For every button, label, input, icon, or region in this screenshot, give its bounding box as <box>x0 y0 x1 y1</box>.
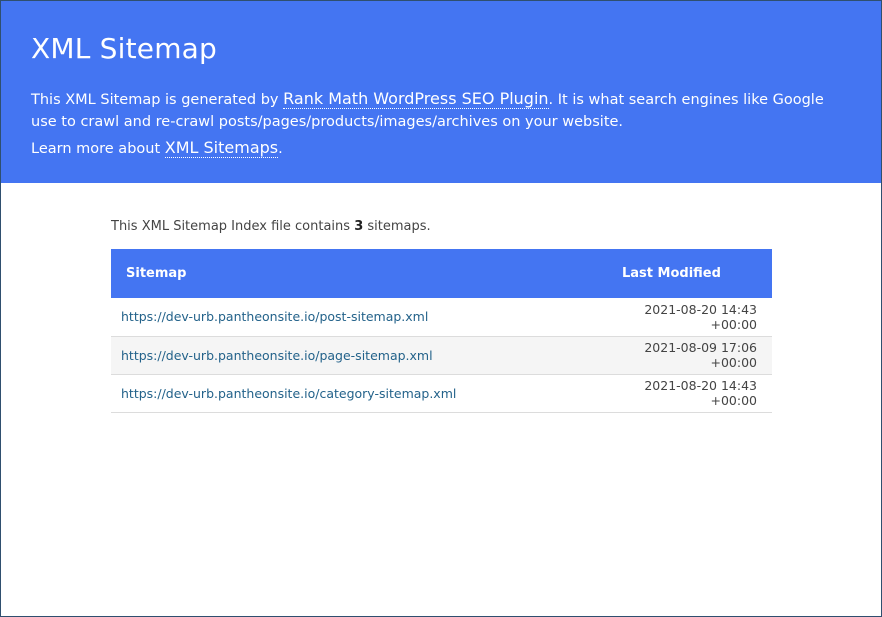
sitemap-link[interactable]: https://dev-urb.pantheonsite.io/page-sit… <box>121 348 433 363</box>
column-header-sitemap: Sitemap <box>111 249 622 298</box>
sitemap-summary: This XML Sitemap Index file contains 3 s… <box>111 218 772 236</box>
table-row: https://dev-urb.pantheonsite.io/post-sit… <box>111 298 772 337</box>
page-title: XML Sitemap <box>31 32 218 65</box>
header-description: This XML Sitemap is generated by Rank Ma… <box>31 88 851 133</box>
sitemap-cell: https://dev-urb.pantheonsite.io/page-sit… <box>111 336 622 375</box>
learn-suffix: . <box>278 141 283 157</box>
summary-prefix: This XML Sitemap Index file contains <box>111 219 355 234</box>
page-frame: XML Sitemap This XML Sitemap is generate… <box>0 0 882 617</box>
sitemap-link[interactable]: https://dev-urb.pantheonsite.io/post-sit… <box>121 309 428 324</box>
learn-prefix: Learn more about <box>31 141 165 157</box>
rank-math-plugin-link[interactable]: Rank Math WordPress SEO Plugin <box>283 89 549 109</box>
last-modified-cell: 2021-08-20 14:43 +00:00 <box>622 298 772 337</box>
sitemap-table: Sitemap Last Modified https://dev-urb.pa… <box>111 249 772 413</box>
sitemap-count: 3 <box>354 219 364 234</box>
last-modified-cell: 2021-08-20 14:43 +00:00 <box>622 374 772 413</box>
table-row: https://dev-urb.pantheonsite.io/page-sit… <box>111 336 772 375</box>
sitemap-cell: https://dev-urb.pantheonsite.io/post-sit… <box>111 298 622 337</box>
page-header: XML Sitemap This XML Sitemap is generate… <box>1 1 881 183</box>
last-modified-cell: 2021-08-09 17:06 +00:00 <box>622 336 772 375</box>
desc-prefix: This XML Sitemap is generated by <box>31 92 284 108</box>
sitemap-cell: https://dev-urb.pantheonsite.io/category… <box>111 374 622 413</box>
table-header-row: Sitemap Last Modified <box>111 249 772 298</box>
xml-sitemaps-link[interactable]: XML Sitemaps <box>164 138 279 158</box>
learn-more-text: Learn more about XML Sitemaps. <box>31 137 851 160</box>
sitemap-link[interactable]: https://dev-urb.pantheonsite.io/category… <box>121 386 456 401</box>
summary-suffix: sitemaps. <box>363 219 431 234</box>
column-header-last-modified: Last Modified <box>622 249 772 298</box>
table-row: https://dev-urb.pantheonsite.io/category… <box>111 374 772 413</box>
main-content: This XML Sitemap Index file contains 3 s… <box>111 183 772 413</box>
